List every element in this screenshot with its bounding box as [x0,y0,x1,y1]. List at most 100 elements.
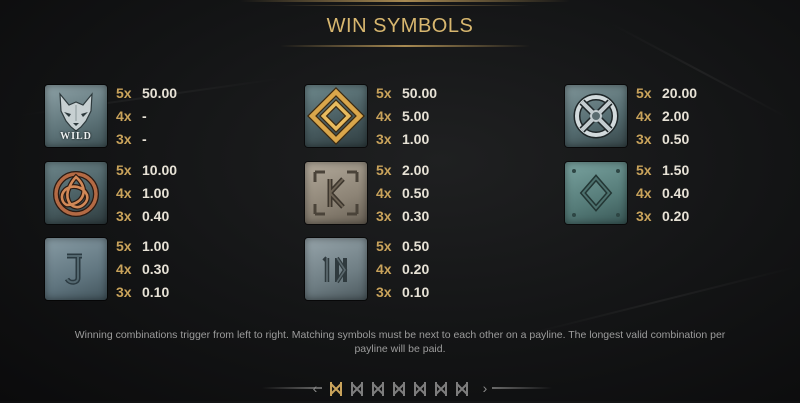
previous-page-arrow-icon[interactable]: ‹ [308,380,322,396]
pay-value: 2.00 [662,108,690,124]
pay-count: 4x [376,185,392,201]
symbol-tile-rune-diamond [565,162,627,224]
pay-row: 4x 1.00 [116,182,206,205]
pay-value: 50.00 [142,85,178,101]
pay-value: 0.40 [142,208,170,224]
rules-footnote: Winning combinations trigger from left t… [0,328,800,356]
pay-value: - [142,108,147,124]
pay-count: 4x [636,185,652,201]
pay-row: 5x 0.50 [376,235,466,258]
pay-value: 0.20 [662,208,690,224]
paytable-rune-diamond: 5x 1.50 4x 0.40 3x 0.20 [636,159,726,228]
background-streak [523,266,797,336]
pay-count: 4x [376,108,392,124]
pay-count: 5x [636,85,652,101]
pay-count: 5x [376,85,392,101]
page-dot[interactable] [370,380,386,398]
pay-count: 5x [116,85,132,101]
pay-count: 3x [376,208,392,224]
footnote-line-2: payline will be paid. [354,343,446,355]
pay-value: 0.50 [402,238,430,254]
pay-row: 5x 20.00 [636,82,726,105]
rune-diamond-stone-icon [572,169,620,217]
pay-value: 0.20 [402,261,430,277]
pay-row: 3x 1.00 [376,128,466,151]
pay-row: 5x 50.00 [116,82,206,105]
paytable-triquetra: 5x 10.00 4x 1.00 3x 0.40 [116,159,206,228]
pager-divider-right [492,387,552,389]
paytable-wild: 5x 50.00 4x - 3x - [116,82,206,151]
pay-row: 5x 10.00 [116,159,206,182]
pay-count: 5x [376,162,392,178]
pay-count: 5x [636,162,652,178]
page-title: WIN SYMBOLS [326,15,474,37]
symbol-tile-silver-knot [565,85,627,147]
wild-label: WILD [60,131,92,142]
pay-value: 1.00 [142,185,170,201]
pay-value: - [142,131,147,147]
pay-value: 5.00 [402,108,430,124]
pay-row: 4x 0.40 [636,182,726,205]
pay-row: 5x 50.00 [376,82,466,105]
pay-value: 0.40 [662,185,690,201]
header-divider-bottom [280,45,530,47]
pay-count: 3x [116,284,132,300]
pay-row: 4x 5.00 [376,105,466,128]
pay-row: 3x 0.10 [376,281,466,304]
symbol-tile-wild: WILD [45,85,107,147]
pay-value: 0.50 [662,131,690,147]
pay-count: 4x [116,108,132,124]
pay-count: 3x [636,208,652,224]
pay-row: 5x 1.50 [636,159,726,182]
symbol-tile-rune-j [45,238,107,300]
pay-value: 10.00 [142,162,178,178]
pay-row: 3x 0.50 [636,128,726,151]
pay-count: 3x [116,131,132,147]
pay-count: 4x [636,108,652,124]
pay-value: 0.30 [402,208,430,224]
pay-count: 3x [116,208,132,224]
pay-count: 3x [376,131,392,147]
pay-row: 3x 0.30 [376,205,466,228]
pay-count: 3x [376,284,392,300]
paytable-gold-knot: 5x 50.00 4x 5.00 3x 1.00 [376,82,466,151]
page-dot[interactable] [412,380,428,398]
pay-count: 5x [376,238,392,254]
symbol-tile-triquetra [45,162,107,224]
pay-row: 4x 0.20 [376,258,466,281]
pay-value: 1.00 [142,238,170,254]
silver-circle-knot-icon [573,93,619,139]
page-dot[interactable] [391,380,407,398]
pay-row: 5x 2.00 [376,159,466,182]
pay-count: 3x [636,131,652,147]
rune-j-stone-icon [64,253,82,285]
pay-row: 4x 0.50 [376,182,466,205]
rune-10-stone-icon [322,256,348,284]
pay-row: 4x - [116,105,206,128]
page-dot[interactable] [454,380,470,398]
pay-value: 1.50 [662,162,690,178]
rune-k-stone-icon [313,170,359,216]
page-dot[interactable] [349,380,365,398]
symbol-tile-gold-knot [305,85,367,147]
page-navigation: ‹ › [0,378,800,398]
pay-count: 5x [116,238,132,254]
gold-knot-icon [307,87,365,145]
page-dot-active[interactable] [328,380,344,398]
pay-value: 2.00 [402,162,430,178]
header-divider-top [240,0,570,2]
header: WIN SYMBOLS [0,0,800,56]
pay-row: 3x 0.10 [116,281,206,304]
pay-value: 0.10 [142,284,170,300]
pay-count: 4x [376,261,392,277]
paytable-silver-knot: 5x 20.00 4x 2.00 3x 0.50 [636,82,726,151]
pay-value: 0.50 [402,185,430,201]
page-dot[interactable] [433,380,449,398]
pay-row: 3x 0.20 [636,205,726,228]
next-page-arrow-icon[interactable]: › [478,380,492,396]
pay-count: 4x [116,261,132,277]
bronze-triquetra-icon [53,171,99,217]
pay-value: 20.00 [662,85,698,101]
pay-count: 4x [116,185,132,201]
pay-value: 0.30 [142,261,170,277]
